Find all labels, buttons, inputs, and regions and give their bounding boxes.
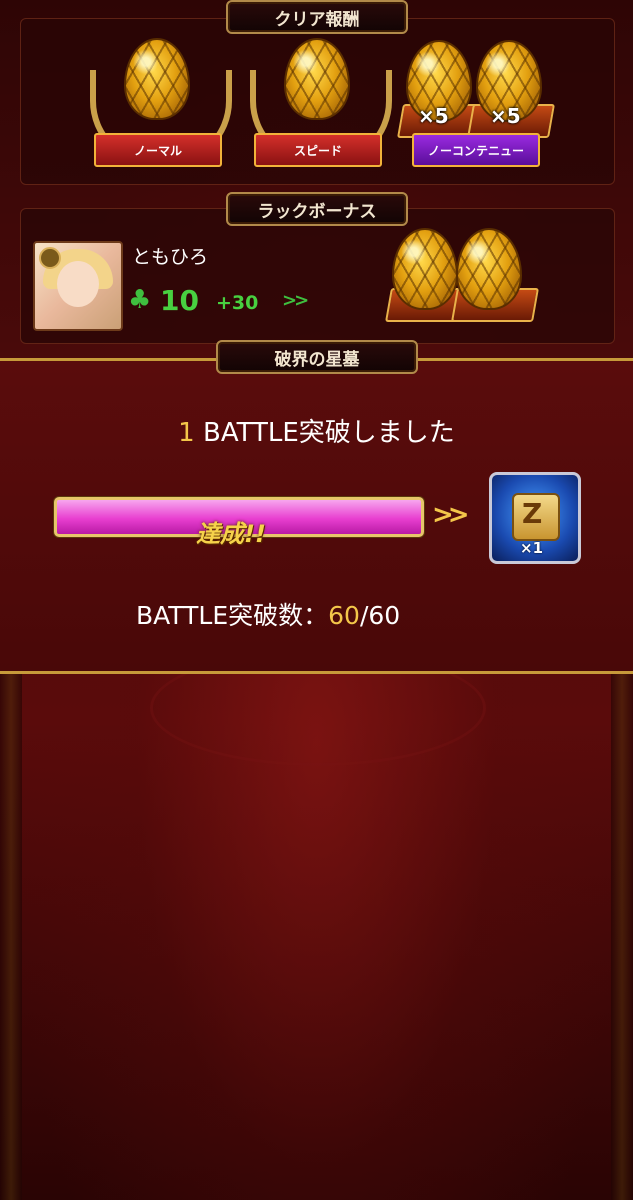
battle-count-label: BATTLE突破数： — [136, 601, 329, 630]
battle-cleared-text: BATTLE突破しました — [194, 418, 455, 448]
attribute-badge-icon — [39, 247, 61, 269]
player-name: ともひろ — [132, 246, 209, 268]
battle-count: BATTLE突破数：60/60 — [136, 596, 400, 632]
reward-ribbon-normal: ノーマル — [94, 133, 222, 167]
reward-ribbon-speed: スピード — [254, 133, 382, 167]
reward-arrows-icon: >> — [432, 500, 469, 530]
battle-count-max: /60 — [359, 601, 401, 630]
reward-ribbon-no-continue: ノーコンテニュー — [412, 133, 540, 167]
clear-reward-title: クリア報酬 — [226, 0, 408, 34]
left-frame-edge — [0, 670, 22, 1200]
right-frame-edge — [611, 670, 633, 1200]
battle-cleared-count: 1 — [178, 418, 195, 448]
player-avatar[interactable] — [33, 241, 123, 331]
luck-arrows-icon: >> — [282, 290, 309, 311]
battle-cleared-message: 1 BATTLE突破しました — [0, 412, 633, 449]
reward-item-count: ×1 — [520, 539, 544, 557]
avatar-face — [57, 261, 99, 307]
clover-icon: ♣ — [128, 285, 152, 315]
luck-plus: +30 — [216, 292, 259, 314]
multiplier-label: ×5 — [418, 104, 449, 128]
multiplier-label: ×5 — [490, 104, 521, 128]
luck-bonus-title: ラックボーナス — [226, 192, 408, 226]
reward-item-slot[interactable]: Z ×1 — [489, 472, 581, 564]
scroll-icon: Z — [512, 493, 560, 541]
luck-value: 10 — [160, 284, 199, 317]
progress-complete-label: 達成!! — [196, 520, 266, 548]
mission-title: 破界の星墓 — [216, 340, 418, 374]
battle-count-current: 60 — [328, 601, 360, 630]
